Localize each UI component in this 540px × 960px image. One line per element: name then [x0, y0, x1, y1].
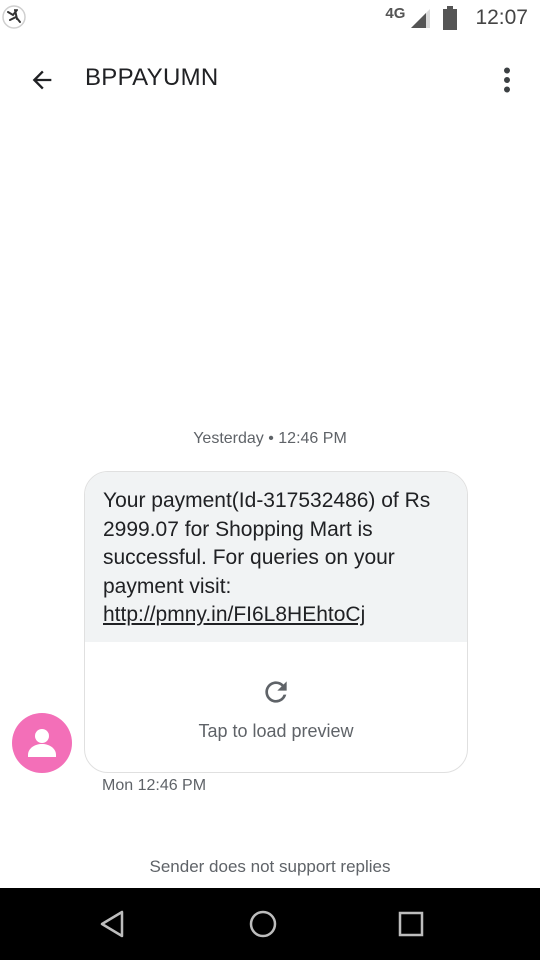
nav-home-icon[interactable]: [247, 908, 279, 940]
nav-recents-icon[interactable]: [395, 908, 427, 940]
messages-screen: 4G 12:07 BPPAYUMN Yesterday • 12:46 PM Y…: [0, 0, 540, 960]
message-link[interactable]: http://pmny.in/FI6L8HEhtoCj: [103, 603, 365, 626]
message-body: Your payment(Id-317532486) of Rs 2999.07…: [85, 472, 467, 642]
link-preview-button[interactable]: Tap to load preview: [85, 642, 467, 772]
status-indicators: 4G 12:07: [385, 0, 528, 36]
battery-icon: [443, 6, 458, 30]
date-header: Yesterday • 12:46 PM: [193, 430, 347, 447]
back-button[interactable]: [22, 60, 62, 100]
back-arrow-icon: [32, 70, 52, 90]
network-type: 4G: [385, 4, 406, 22]
more-options-button[interactable]: [492, 60, 522, 100]
status-clock: 12:07: [475, 6, 528, 29]
refresh-icon: [265, 681, 287, 703]
message-bubble[interactable]: Your payment(Id-317532486) of Rs 2999.07…: [84, 471, 468, 773]
preview-label: Tap to load preview: [198, 721, 354, 741]
message-timestamp: Mon 12:46 PM: [102, 777, 207, 794]
notification-icon: [2, 5, 26, 29]
conversation-title: BPPAYUMN: [85, 64, 219, 91]
status-bar: 4G 12:07: [0, 0, 540, 36]
system-nav-bar: [0, 888, 540, 960]
nav-back-icon[interactable]: [97, 908, 129, 940]
person-icon: [28, 729, 56, 757]
top-app-bar: BPPAYUMN: [0, 48, 540, 108]
message-text: Your payment(Id-317532486) of Rs 2999.07…: [103, 489, 431, 598]
more-vert-icon: [504, 67, 510, 93]
signal-icon: [411, 9, 431, 28]
sender-avatar[interactable]: [12, 713, 72, 773]
no-reply-notice: Sender does not support replies: [149, 857, 391, 876]
